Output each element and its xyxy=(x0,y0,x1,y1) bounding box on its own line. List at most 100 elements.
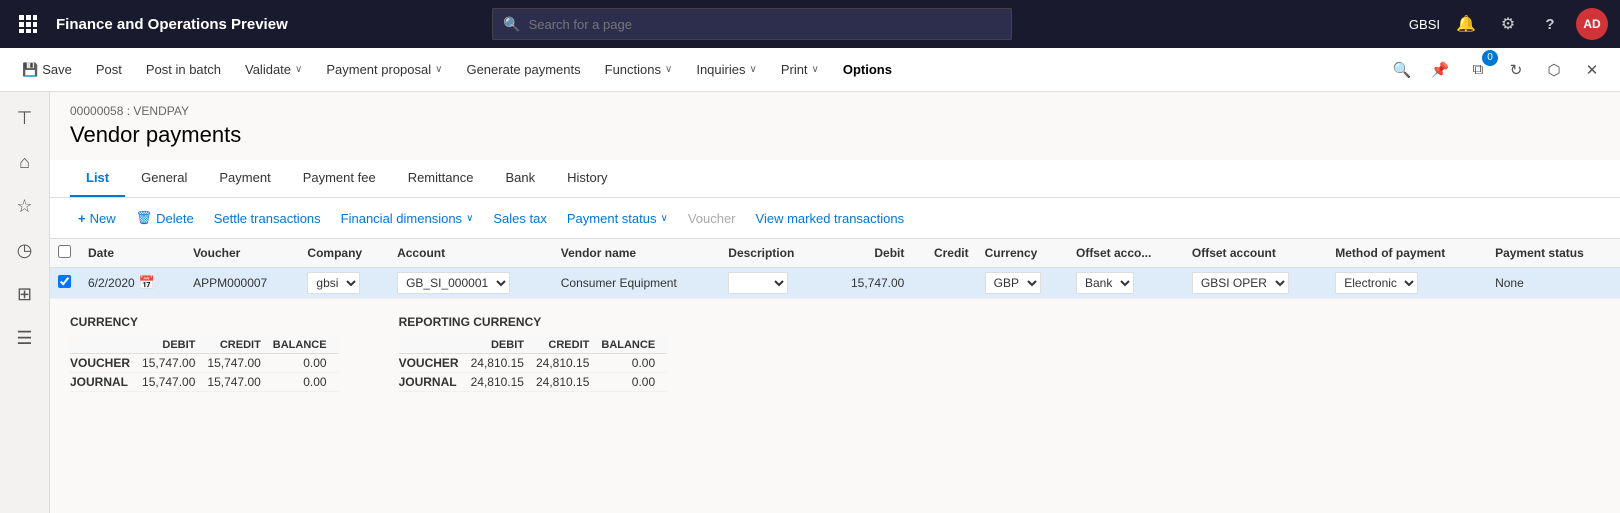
help-icon[interactable]: ? xyxy=(1534,8,1566,40)
sidebar-star-icon[interactable]: ☆ xyxy=(7,188,43,224)
tab-history[interactable]: History xyxy=(551,160,623,197)
sidebar-history-icon[interactable]: ◷ xyxy=(7,232,43,268)
summary-reporting-journal-balance: 0.00 xyxy=(601,373,667,392)
row-checkbox-cell xyxy=(50,268,80,299)
method-of-payment-select[interactable]: Electronic xyxy=(1335,272,1418,294)
summary-reporting-balance-header: BALANCE xyxy=(601,337,667,354)
waffle-menu-icon[interactable] xyxy=(12,8,44,40)
view-marked-transactions-button[interactable]: View marked transactions xyxy=(748,207,913,230)
validate-chevron-icon: ∨ xyxy=(295,64,302,75)
payment-table: Date Voucher Company Account Vendor name… xyxy=(50,239,1620,299)
inquiries-chevron-icon: ∨ xyxy=(749,64,756,75)
payment-proposal-button[interactable]: Payment proposal ∨ xyxy=(316,58,452,81)
sidebar-list-icon[interactable]: ☰ xyxy=(7,320,43,356)
tab-general[interactable]: General xyxy=(125,160,203,197)
tab-payment[interactable]: Payment xyxy=(203,160,286,197)
search-input[interactable] xyxy=(529,17,1002,32)
functions-button[interactable]: Functions ∨ xyxy=(595,58,683,81)
cmd-search-button[interactable]: 🔍 xyxy=(1386,54,1418,86)
row-vendor-name: Consumer Equipment xyxy=(553,268,721,299)
financial-dimensions-button[interactable]: Financial dimensions ∨ xyxy=(333,207,482,230)
col-header-offset-account: Offset account xyxy=(1184,239,1327,268)
summary-section: CURRENCY DEBIT CREDIT BALANCE VOUCHER xyxy=(50,299,1620,400)
cmd-refresh-button[interactable]: ↻ xyxy=(1500,54,1532,86)
tab-bank[interactable]: Bank xyxy=(489,160,551,197)
col-header-voucher: Voucher xyxy=(185,239,299,268)
summary-reporting-voucher-row: VOUCHER 24,810.15 24,810.15 0.00 xyxy=(399,354,668,373)
financial-dimensions-chevron-icon: ∨ xyxy=(466,213,473,224)
generate-payments-button[interactable]: Generate payments xyxy=(456,58,590,81)
currency-summary: CURRENCY DEBIT CREDIT BALANCE VOUCHER xyxy=(70,315,339,392)
company-select[interactable]: gbsi xyxy=(307,272,360,294)
summary-voucher-currency-credit: 15,747.00 xyxy=(207,354,272,373)
bell-icon[interactable]: 🔔 xyxy=(1450,8,1482,40)
print-button[interactable]: Print ∨ xyxy=(771,58,829,81)
page-title: Vendor payments xyxy=(70,122,1600,148)
row-credit xyxy=(912,268,976,299)
summary-reporting-journal-row: JOURNAL 24,810.15 24,810.15 0.00 xyxy=(399,373,668,392)
tab-payment-fee[interactable]: Payment fee xyxy=(287,160,392,197)
sidebar-workspace-icon[interactable]: ⊞ xyxy=(7,276,43,312)
summary-currency-label-header xyxy=(70,337,142,354)
inquiries-button[interactable]: Inquiries ∨ xyxy=(686,58,766,81)
top-navigation: Finance and Operations Preview 🔍 GBSI 🔔 … xyxy=(0,0,1620,48)
col-header-offset-acct-type: Offset acco... xyxy=(1068,239,1184,268)
table-row[interactable]: 6/2/2020 📅 APPM000007 gbsi xyxy=(50,268,1620,299)
account-select[interactable]: GB_SI_000001 xyxy=(397,272,510,294)
summary-reporting-journal-label: JOURNAL xyxy=(399,373,471,392)
save-button[interactable]: 💾 Save xyxy=(12,58,82,82)
sidebar-filter-icon[interactable]: ⊤ xyxy=(7,100,43,136)
breadcrumb: 00000058 : VENDPAY xyxy=(70,104,1600,118)
col-header-payment-status: Payment status xyxy=(1487,239,1620,268)
delete-button[interactable]: 🗑 Delete xyxy=(128,206,202,230)
tab-list[interactable]: List xyxy=(70,160,125,197)
row-method-of-payment: Electronic xyxy=(1327,268,1487,299)
summary-reporting-credit-header: CREDIT xyxy=(536,337,601,354)
select-all-checkbox[interactable] xyxy=(58,245,71,258)
voucher-button[interactable]: Voucher xyxy=(680,207,744,230)
sidebar-home-icon[interactable]: ⌂ xyxy=(7,144,43,180)
col-header-account: Account xyxy=(389,239,553,268)
new-button[interactable]: + New xyxy=(70,207,124,230)
row-checkbox[interactable] xyxy=(58,275,71,288)
summary-reporting-debit-header: DEBIT xyxy=(471,337,536,354)
settle-transactions-button[interactable]: Settle transactions xyxy=(206,207,329,230)
sales-tax-button[interactable]: Sales tax xyxy=(485,207,554,230)
offset-account-select[interactable]: GBSI OPER xyxy=(1192,272,1289,294)
cmd-pin-button[interactable]: 📌 xyxy=(1424,54,1456,86)
summary-voucher-currency-debit: 15,747.00 xyxy=(142,354,207,373)
tab-remittance[interactable]: Remittance xyxy=(392,160,490,197)
avatar[interactable]: AD xyxy=(1576,8,1608,40)
currency-select[interactable]: GBP xyxy=(985,272,1041,294)
summary-reporting-journal-credit: 24,810.15 xyxy=(536,373,601,392)
calendar-icon[interactable]: 📅 xyxy=(139,275,155,291)
validate-button[interactable]: Validate ∨ xyxy=(235,58,312,81)
row-company: gbsi xyxy=(299,268,389,299)
search-bar[interactable]: 🔍 xyxy=(492,8,1012,40)
post-in-batch-button[interactable]: Post in batch xyxy=(136,58,231,81)
summary-reporting-voucher-debit: 24,810.15 xyxy=(471,354,536,373)
row-account: GB_SI_000001 xyxy=(389,268,553,299)
col-header-vendor-name: Vendor name xyxy=(553,239,721,268)
post-button[interactable]: Post xyxy=(86,58,132,81)
row-date: 6/2/2020 📅 xyxy=(80,268,185,299)
gear-icon[interactable]: ⚙ xyxy=(1492,8,1524,40)
options-button[interactable]: Options xyxy=(833,58,902,81)
summary-reporting-journal-debit: 24,810.15 xyxy=(471,373,536,392)
save-icon: 💾 xyxy=(22,62,38,78)
nav-icons: GBSI 🔔 ⚙ ? AD xyxy=(1409,8,1608,40)
col-header-method-of-payment: Method of payment xyxy=(1327,239,1487,268)
summary-currency-credit-header: CREDIT xyxy=(207,337,272,354)
col-header-check xyxy=(50,239,80,268)
offset-account-type-select[interactable]: Bank xyxy=(1076,272,1134,294)
cmd-close-button[interactable]: ✕ xyxy=(1576,54,1608,86)
functions-chevron-icon: ∨ xyxy=(665,64,672,75)
payment-status-button[interactable]: Payment status ∨ xyxy=(559,207,676,230)
search-icon: 🔍 xyxy=(503,16,520,33)
print-chevron-icon: ∨ xyxy=(812,64,819,75)
row-offset-acct-type: Bank xyxy=(1068,268,1184,299)
col-header-company: Company xyxy=(299,239,389,268)
cmd-popout-button[interactable]: ⬡ xyxy=(1538,54,1570,86)
description-select[interactable] xyxy=(728,272,788,294)
page-header: 00000058 : VENDPAY Vendor payments xyxy=(50,92,1620,148)
